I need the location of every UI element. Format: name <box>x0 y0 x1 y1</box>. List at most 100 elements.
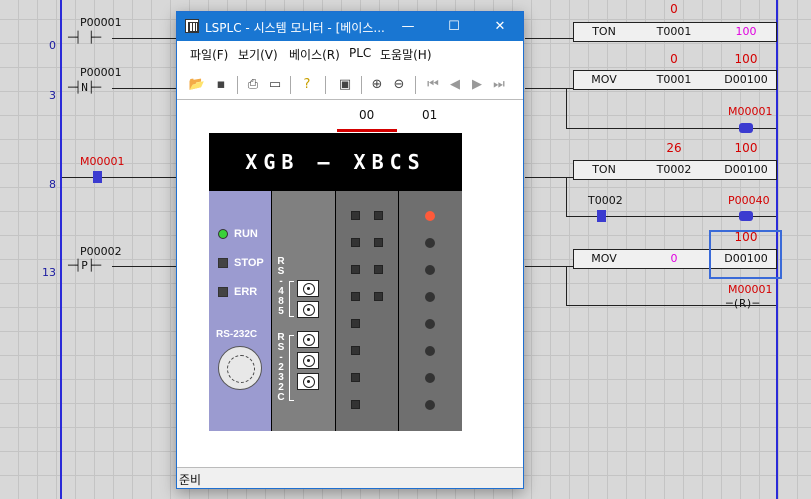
block-arg: D00100 <box>724 163 768 176</box>
toolbar-separator <box>237 76 238 94</box>
input-led-icon <box>351 400 360 409</box>
coil-label: M00001 <box>728 105 773 118</box>
contact-label: T0002 <box>588 194 623 207</box>
open-icon[interactable]: 📂 <box>187 75 207 95</box>
cpu-panel: RUN STOP ERR RS-232C <box>209 191 271 431</box>
maximize-button[interactable]: ☐ <box>431 12 477 41</box>
input-led-icon <box>351 346 360 355</box>
rs232c-label: RS-232C <box>277 332 285 403</box>
next-icon[interactable]: ▶ <box>467 75 487 95</box>
input-led-icon <box>351 292 360 301</box>
block-op: MOV <box>591 73 617 86</box>
monitor-icon[interactable]: ▣ <box>335 75 355 95</box>
active-tab-indicator <box>337 129 397 132</box>
input-led-icon <box>351 265 360 274</box>
input-led-icon <box>374 238 383 247</box>
last-icon[interactable]: ⏭ <box>489 75 509 95</box>
print-icon[interactable]: ⎙ <box>243 75 263 95</box>
selection-cursor <box>709 230 782 279</box>
toolbar: 📂 ▪ ⎙ ▭ ? ▣ ⊕ ⊖ ⏮ ◀ ▶ ⏭ <box>177 70 523 100</box>
contact-label: M00001 <box>80 155 125 168</box>
io-panel-inputs <box>336 191 398 431</box>
rung-wire <box>62 177 176 178</box>
terminal-icon <box>297 352 319 369</box>
coil-label: M00001 <box>728 283 773 296</box>
status-bar: 준비 <box>177 467 523 488</box>
output-coil[interactable] <box>739 211 753 221</box>
monitor-value: 26 <box>666 141 682 155</box>
system-monitor-window: LSPLC - 시스템 모니터 - [베이스... — ☐ ✕ 파일(F) 보기… <box>176 11 524 489</box>
plc-model-label: XGB — XBCS <box>209 133 462 191</box>
contact-on-highlight[interactable] <box>597 210 606 222</box>
contact-no[interactable]: ─┤ ├─ <box>68 32 101 44</box>
menu-view[interactable]: 보기(V) <box>238 46 278 63</box>
output-led-icon <box>425 373 435 383</box>
function-block-ton[interactable]: TON T0001 100 <box>573 22 777 42</box>
monitor-value: 0 <box>670 2 678 16</box>
stop-led-icon <box>218 258 228 268</box>
menu-help[interactable]: 도움말(H) <box>380 46 432 63</box>
output-led-icon <box>425 319 435 329</box>
branch-wire <box>566 88 567 128</box>
led-label: ERR <box>234 286 258 298</box>
tab-slot-00[interactable]: 00 <box>359 108 374 122</box>
bracket <box>289 281 294 317</box>
port-label: RS-232C <box>216 329 258 340</box>
menu-base[interactable]: 베이스(R) <box>289 46 340 63</box>
rung-number: 13 <box>42 266 56 279</box>
zoom-in-icon[interactable]: ⊕ <box>367 75 387 95</box>
menu-file[interactable]: 파일(F) <box>190 46 228 63</box>
block-arg: T0002 <box>656 163 692 176</box>
terminal-icon <box>297 373 319 390</box>
block-op: MOV <box>591 252 617 265</box>
rung-number: 3 <box>49 89 56 102</box>
input-led-icon <box>351 319 360 328</box>
input-led-icon <box>374 211 383 220</box>
monitor-value: 100 <box>734 141 758 155</box>
contact-label: P00001 <box>80 16 122 29</box>
input-led-icon <box>351 373 360 382</box>
output-led-icon <box>425 265 435 275</box>
contact-label: P00001 <box>80 66 122 79</box>
output-led-icon <box>425 238 435 248</box>
rung-wire <box>112 88 176 89</box>
zoom-out-icon[interactable]: ⊖ <box>389 75 409 95</box>
bracket <box>289 335 294 401</box>
output-led-icon <box>425 346 435 356</box>
run-led-icon <box>218 229 228 239</box>
close-button[interactable]: ✕ <box>477 12 523 41</box>
contact-positive-edge[interactable]: ─┤P├─ <box>68 260 101 272</box>
contact-negative-edge[interactable]: ─┤N├─ <box>68 82 101 94</box>
coil-label: P00040 <box>728 194 770 207</box>
toolbar-separator <box>290 76 291 94</box>
monitor-value: 0 <box>670 52 678 66</box>
minimize-button[interactable]: — <box>385 12 431 41</box>
function-block-ton[interactable]: TON T0002 D00100 <box>573 160 777 180</box>
input-led-icon <box>374 292 383 301</box>
function-block-mov[interactable]: MOV T0001 D00100 <box>573 70 777 90</box>
tab-slot-01[interactable]: 01 <box>422 108 437 122</box>
block-arg: D00100 <box>724 73 768 86</box>
help-icon[interactable]: ? <box>297 75 317 95</box>
output-led-icon <box>425 292 435 302</box>
title-bar[interactable]: LSPLC - 시스템 모니터 - [베이스... — ☐ ✕ <box>177 12 523 41</box>
branch-wire <box>566 177 567 217</box>
print-preview-icon[interactable]: ▭ <box>265 75 285 95</box>
prev-icon[interactable]: ◀ <box>445 75 465 95</box>
save-icon[interactable]: ▪ <box>211 75 231 95</box>
terminal-icon <box>297 280 319 297</box>
led-label: STOP <box>234 257 264 269</box>
set-coil[interactable] <box>739 123 753 133</box>
contact-label: P00002 <box>80 245 122 258</box>
first-icon[interactable]: ⏮ <box>423 75 443 95</box>
menu-plc[interactable]: PLC <box>349 46 371 60</box>
contact-on-highlight[interactable] <box>93 171 102 183</box>
input-led-icon <box>351 211 360 220</box>
rs485-label: RS-485 <box>277 256 285 317</box>
terminal-icon <box>297 301 319 318</box>
monitor-value: 100 <box>734 52 758 66</box>
block-op: TON <box>592 163 616 176</box>
reset-coil[interactable]: ─(R)─ <box>726 298 759 310</box>
window-title: LSPLC - 시스템 모니터 - [베이스... <box>205 21 385 35</box>
rung-number: 0 <box>49 39 56 52</box>
